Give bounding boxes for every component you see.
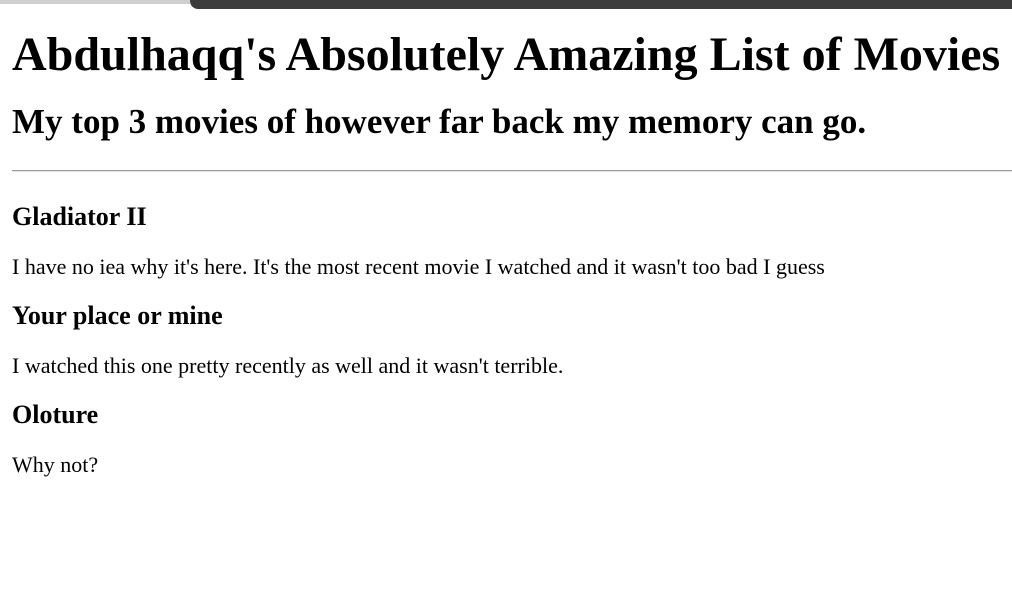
movie-description: Why not? xyxy=(12,452,99,477)
movie-item-your-place-or-mine: Your place or mine I watched this one pr… xyxy=(12,298,1012,379)
page-content: Abdulhaqq's Absolutely Amazing List of M… xyxy=(12,20,1012,496)
divider xyxy=(12,170,1012,172)
browser-chrome-edge xyxy=(0,0,190,4)
movie-item-oloture: Oloture Why not? xyxy=(12,397,1012,478)
browser-top-strip xyxy=(0,0,1012,13)
movie-item-gladiator-ii: Gladiator II I have no iea why it's here… xyxy=(12,199,1012,280)
page-subtitle: My top 3 movies of however far back my m… xyxy=(12,102,867,141)
browser-chrome-bar xyxy=(190,0,1012,9)
page-title: Abdulhaqq's Absolutely Amazing List of M… xyxy=(12,28,1001,81)
movie-list: Gladiator II I have no iea why it's here… xyxy=(12,199,1012,478)
movie-description: I watched this one pretty recently as we… xyxy=(12,353,564,378)
movie-title: Gladiator II xyxy=(12,202,147,231)
movie-description: I have no iea why it's here. It's the mo… xyxy=(12,254,825,279)
movie-title: Your place or mine xyxy=(12,301,223,330)
movie-title: Oloture xyxy=(12,400,99,429)
